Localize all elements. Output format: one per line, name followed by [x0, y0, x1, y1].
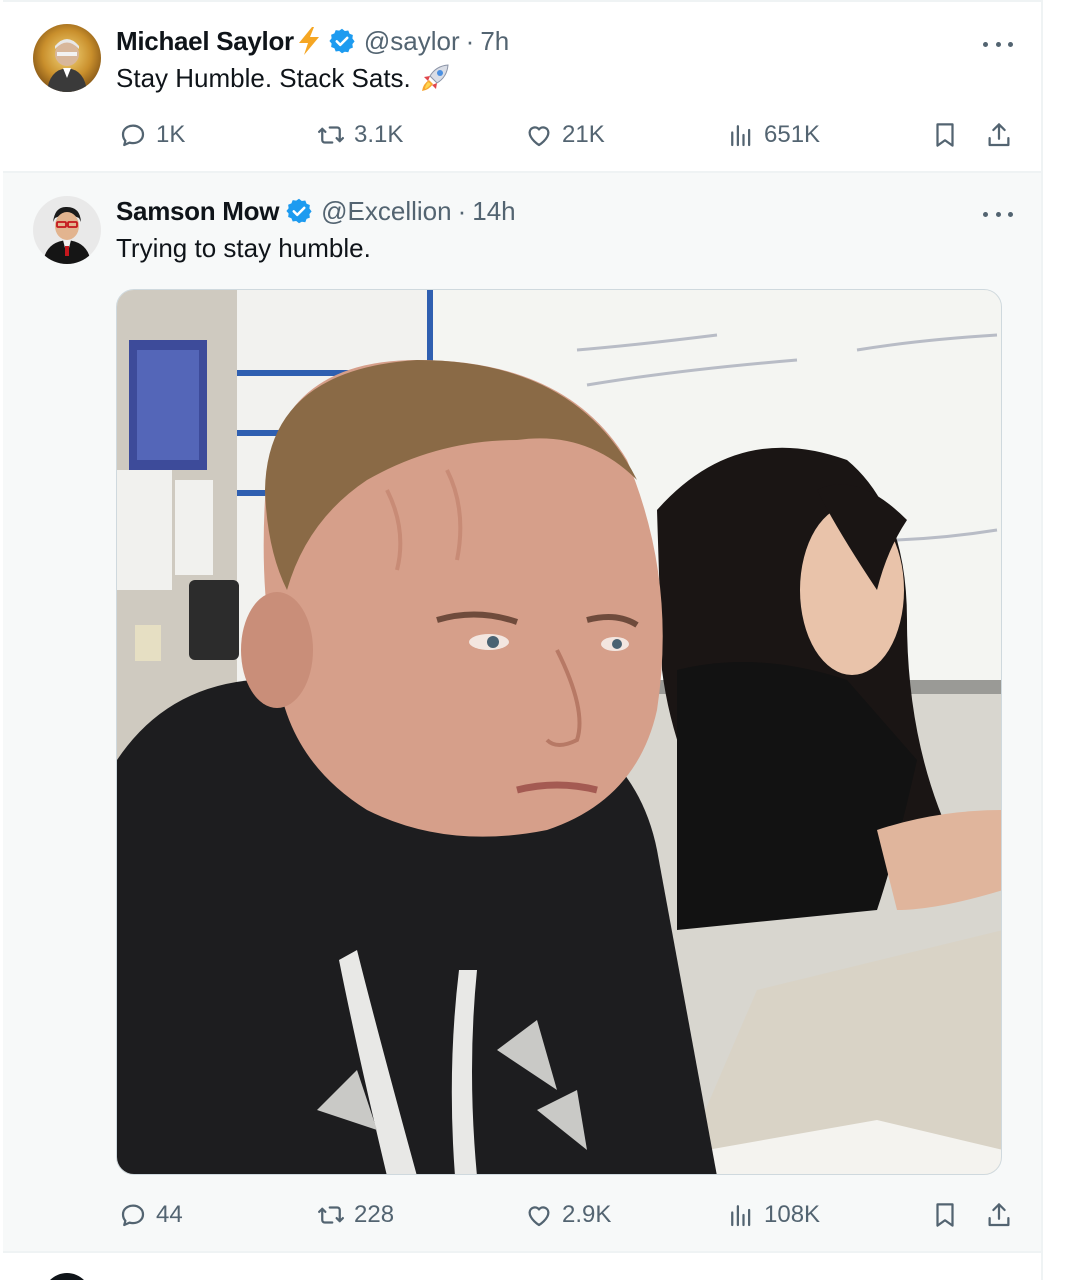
- timestamp[interactable]: 7h: [480, 26, 509, 57]
- bookmark-button[interactable]: [930, 118, 960, 152]
- bookmark-icon: [936, 123, 954, 147]
- share-icon: [988, 1203, 1010, 1227]
- timeline-feed: Michael Saylor @saylor · 7h Stay Humble.…: [0, 0, 1091, 1280]
- column-border: [1041, 0, 1043, 1280]
- meme-photo: [117, 290, 1001, 1174]
- author-name[interactable]: Samson Mow: [116, 196, 279, 227]
- like-button[interactable]: 2.9K: [524, 1198, 611, 1232]
- heart-icon: [528, 126, 550, 147]
- more-options-icon[interactable]: [983, 34, 1013, 54]
- tweet-text: Stay Humble. Stack Sats.: [116, 62, 411, 93]
- repost-count: 228: [354, 1201, 395, 1228]
- verified-badge-icon[interactable]: [328, 27, 356, 55]
- tweet-header: Michael Saylor @saylor · 7h: [116, 25, 509, 57]
- reply-count: 1K: [156, 121, 186, 148]
- heart-icon: [528, 1206, 550, 1227]
- avatar-image-saylor: [33, 24, 101, 92]
- share-icon: [988, 123, 1010, 147]
- reply-icon: [121, 124, 145, 147]
- next-tweet-partial[interactable]: [3, 1253, 1041, 1280]
- avatar[interactable]: [33, 24, 101, 92]
- author-handle[interactable]: @saylor: [364, 26, 460, 57]
- bookmark-button[interactable]: [930, 1198, 960, 1232]
- like-button[interactable]: 21K: [524, 118, 605, 152]
- repost-button[interactable]: 228: [316, 1198, 394, 1232]
- more-options-icon[interactable]: [983, 204, 1013, 224]
- separator-dot: ·: [457, 195, 467, 226]
- tweet-text-row: Stay Humble. Stack Sats.: [116, 62, 451, 94]
- lightning-bolt-icon: [296, 26, 322, 56]
- analytics-icon: [731, 125, 751, 147]
- tweet-text-row: Trying to stay humble.: [116, 233, 371, 264]
- view-count: 651K: [764, 121, 821, 148]
- repost-count: 3.1K: [354, 121, 404, 148]
- bookmark-icon: [936, 1203, 954, 1227]
- views-button[interactable]: 651K: [726, 118, 820, 152]
- rocket-icon: [419, 62, 451, 94]
- repost-icon: [318, 126, 344, 144]
- analytics-icon: [731, 1205, 751, 1227]
- repost-icon: [318, 1206, 344, 1224]
- tweet-samson-mow[interactable]: Samson Mow @Excellion · 14h Trying to st…: [3, 173, 1041, 1253]
- share-button[interactable]: [984, 118, 1014, 152]
- avatar-image-samson: [33, 196, 101, 264]
- reply-icon: [121, 1204, 145, 1227]
- timestamp[interactable]: 14h: [472, 196, 515, 227]
- tweet-text: Trying to stay humble.: [116, 233, 371, 263]
- avatar[interactable]: [33, 196, 101, 264]
- tweet-saylor[interactable]: Michael Saylor @saylor · 7h Stay Humble.…: [3, 0, 1041, 173]
- author-handle[interactable]: @Excellion: [321, 196, 451, 227]
- repost-button[interactable]: 3.1K: [316, 118, 403, 152]
- tweet-header: Samson Mow @Excellion · 14h: [116, 195, 516, 227]
- like-count: 21K: [562, 121, 605, 148]
- avatar[interactable]: [43, 1273, 91, 1280]
- tweet-actions: 1K 3.1K 21K 651K: [116, 118, 1016, 152]
- reply-count: 44: [156, 1201, 183, 1228]
- share-button[interactable]: [984, 1198, 1014, 1232]
- separator-dot: ·: [465, 25, 475, 56]
- tweet-actions: 44 228 2.9K 108K: [116, 1198, 1016, 1232]
- views-button[interactable]: 108K: [726, 1198, 820, 1232]
- view-count: 108K: [764, 1201, 821, 1228]
- author-name[interactable]: Michael Saylor: [116, 26, 294, 57]
- reply-button[interactable]: 44: [118, 1198, 183, 1232]
- like-count: 2.9K: [562, 1201, 612, 1228]
- tweet-media-image[interactable]: [116, 289, 1002, 1175]
- verified-badge-icon[interactable]: [285, 197, 313, 225]
- reply-button[interactable]: 1K: [118, 118, 185, 152]
